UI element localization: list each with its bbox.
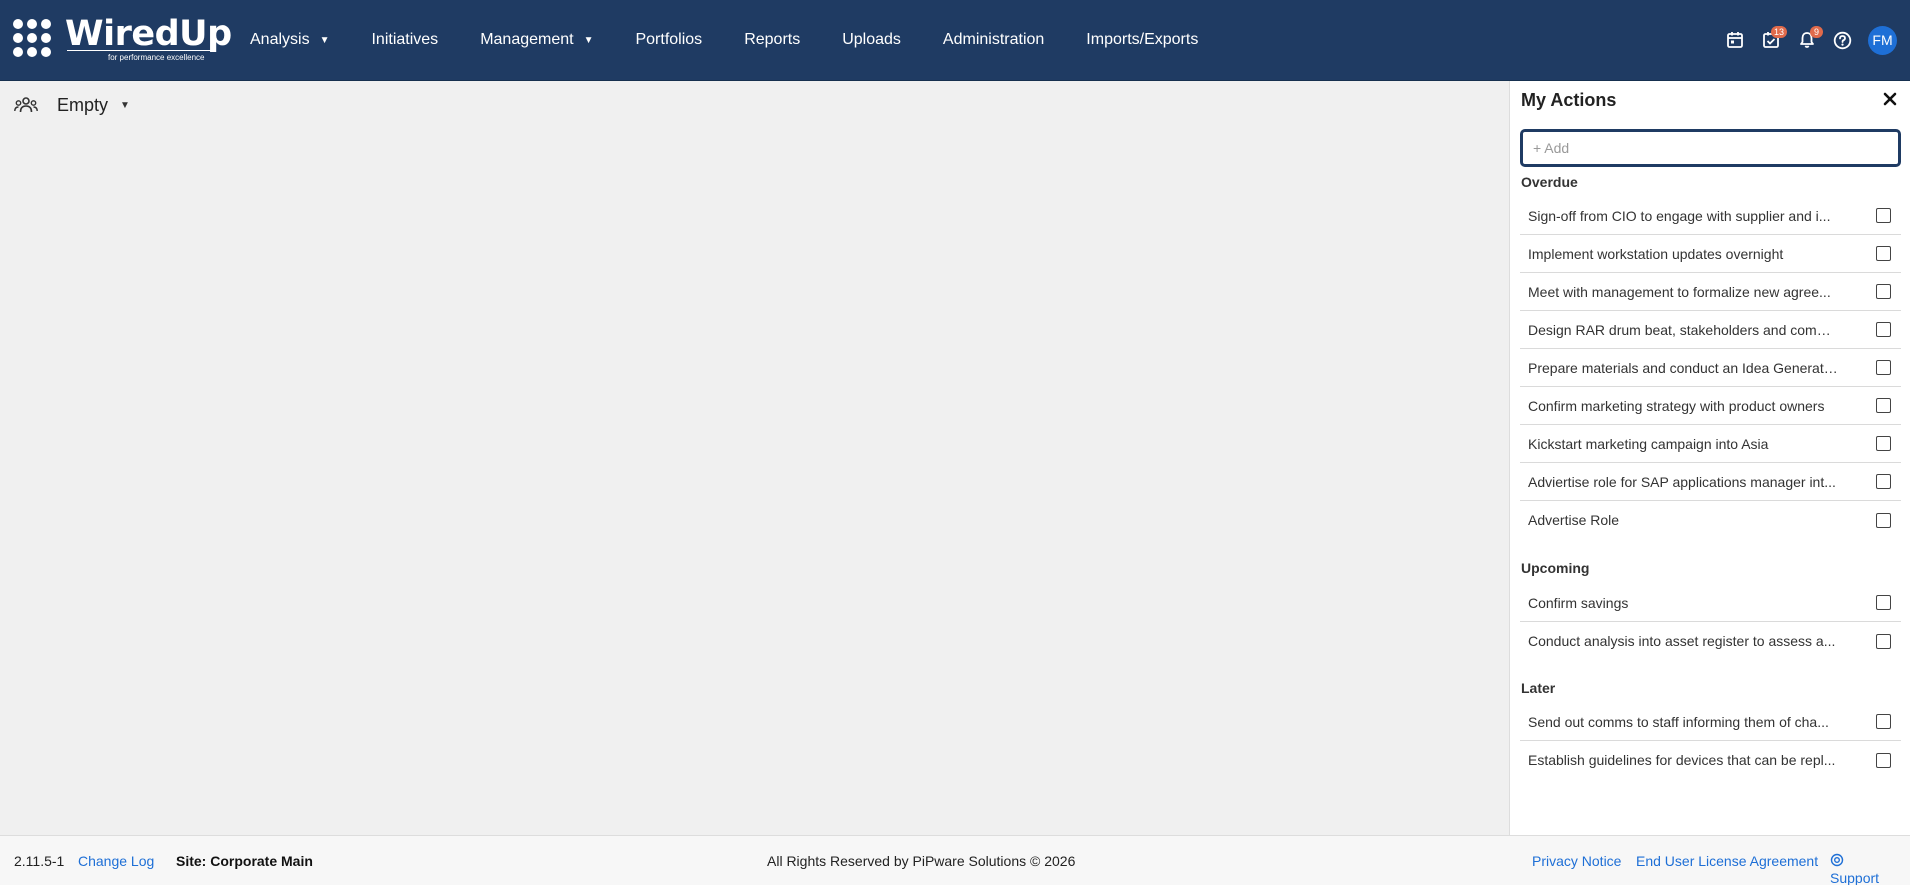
action-item[interactable]: Confirm savings [1520, 584, 1901, 622]
action-item[interactable]: Adviertise role for SAP applications man… [1520, 463, 1901, 501]
nav-initiatives-label: Initiatives [371, 31, 439, 48]
action-item[interactable]: Send out comms to staff informing them o… [1520, 703, 1901, 741]
action-item[interactable]: Prepare materials and conduct an Idea Ge… [1520, 349, 1901, 387]
copyright-text: All Rights Reserved by PiPware Solutions… [767, 853, 1076, 869]
overdue-list: Sign-off from CIO to engage with supplie… [1520, 197, 1901, 539]
action-item[interactable]: Establish guidelines for devices that ca… [1520, 741, 1901, 779]
panel-title: My Actions [1521, 90, 1617, 110]
nav-administration-label: Administration [942, 31, 1045, 48]
action-complete-checkbox[interactable] [1876, 246, 1891, 261]
action-item[interactable]: Confirm marketing strategy with product … [1520, 387, 1901, 425]
top-navbar: WiredUp for performance excellence Analy… [0, 0, 1910, 81]
caret-down-icon: ▼ [583, 34, 594, 46]
nav-analysis[interactable]: Analysis ▼ [250, 31, 329, 49]
action-item[interactable]: Conduct analysis into asset register to … [1520, 622, 1901, 660]
support-icon [1830, 853, 1844, 867]
action-item-text: Prepare materials and conduct an Idea Ge… [1528, 359, 1838, 376]
toolbar-icons: 13 9 FM [1717, 0, 1910, 80]
action-complete-checkbox[interactable] [1876, 512, 1891, 528]
action-item-text: Confirm marketing strategy with product … [1528, 397, 1825, 414]
nav-uploads-label: Uploads [842, 31, 901, 48]
user-avatar[interactable]: FM [1868, 25, 1897, 55]
calendar-icon [1726, 32, 1743, 48]
privacy-notice-link[interactable]: Privacy Notice [1532, 853, 1621, 869]
action-item-text: Establish guidelines for devices that ca… [1528, 752, 1836, 768]
action-complete-checkbox[interactable] [1876, 436, 1891, 451]
action-item[interactable]: Kickstart marketing campaign into Asia [1520, 425, 1901, 463]
app-version: 2.11.5-1 [14, 853, 65, 869]
logo-underline [67, 50, 213, 51]
site-label: Site: Corporate Main [176, 853, 313, 869]
action-item-text: Sign-off from CIO to engage with supplie… [1528, 207, 1831, 224]
action-complete-checkbox[interactable] [1876, 714, 1891, 729]
actions-badge: 13 [1770, 25, 1787, 38]
nav-portfolios[interactable]: Portfolios [635, 31, 702, 49]
action-item-text: Meet with management to formalize new ag… [1528, 283, 1831, 300]
support-label: Support [1830, 870, 1880, 885]
logo-tagline: for performance excellence [108, 53, 205, 62]
logo-dots-icon [13, 19, 57, 63]
action-complete-checkbox[interactable] [1876, 752, 1891, 768]
action-item-text: Confirm savings [1528, 594, 1629, 611]
action-complete-checkbox[interactable] [1876, 474, 1891, 489]
action-item-text: Kickstart marketing campaign into Asia [1528, 435, 1769, 452]
action-item-text: Adviertise role for SAP applications man… [1528, 473, 1836, 490]
later-list: Send out comms to staff informing them o… [1520, 703, 1901, 779]
action-complete-checkbox[interactable] [1876, 595, 1891, 610]
change-log-link[interactable]: Change Log [78, 853, 154, 869]
group-selector[interactable]: Empty ▼ [14, 94, 130, 116]
my-actions-button[interactable]: 13 [1753, 23, 1788, 58]
nav-imports-exports[interactable]: Imports/Exports [1086, 31, 1198, 49]
action-item[interactable]: Implement workstation updates overnight [1520, 235, 1901, 273]
nav-management-label: Management [480, 31, 574, 48]
nav-administration[interactable]: Administration [943, 31, 1044, 49]
nav-management[interactable]: Management ▼ [480, 31, 593, 49]
eula-link[interactable]: End User License Agreement [1636, 853, 1818, 869]
section-title-upcoming: Upcoming [1521, 560, 1590, 576]
action-complete-checkbox[interactable] [1876, 284, 1891, 299]
close-icon[interactable] [1880, 89, 1900, 109]
caret-down-icon: ▼ [120, 99, 130, 111]
action-item-text: Advertise Role [1528, 512, 1620, 528]
nav-imports-exports-label: Imports/Exports [1086, 31, 1199, 48]
logo-wordmark: WiredUp [65, 14, 232, 54]
help-icon [1833, 31, 1852, 49]
nav-portfolios-label: Portfolios [635, 31, 703, 48]
group-selector-label: Empty [57, 94, 109, 115]
calendar-button[interactable] [1717, 23, 1752, 58]
my-actions-panel: My Actions Overdue Sign-off from CIO to … [1509, 81, 1910, 835]
nav-initiatives[interactable]: Initiatives [371, 31, 438, 49]
action-complete-checkbox[interactable] [1876, 208, 1891, 223]
action-item[interactable]: Sign-off from CIO to engage with supplie… [1520, 197, 1901, 235]
main-nav: Analysis ▼ Initiatives Management ▼ Port… [250, 0, 1240, 80]
nav-analysis-label: Analysis [250, 31, 310, 48]
notifications-badge: 9 [1810, 25, 1823, 38]
upcoming-list: Confirm savings Conduct analysis into ass… [1520, 584, 1901, 660]
action-item-text: Send out comms to staff informing them o… [1528, 713, 1829, 730]
help-button[interactable] [1825, 23, 1860, 58]
nav-reports[interactable]: Reports [744, 31, 800, 49]
wiredup-logo[interactable]: WiredUp for performance excellence [13, 14, 232, 64]
action-item-text: Conduct analysis into asset register to … [1528, 633, 1836, 649]
add-action-input[interactable] [1520, 129, 1901, 167]
support-link[interactable]: Support [1830, 853, 1879, 885]
action-complete-checkbox[interactable] [1876, 398, 1891, 413]
footer: 2.11.5-1 Change Log Site: Corporate Main… [0, 835, 1910, 885]
nav-reports-label: Reports [744, 31, 801, 48]
section-title-later: Later [1521, 680, 1556, 696]
section-title-overdue: Overdue [1521, 174, 1578, 190]
notifications-button[interactable]: 9 [1789, 23, 1824, 58]
action-item[interactable]: Design RAR drum beat, stakeholders and c… [1520, 311, 1901, 349]
nav-uploads[interactable]: Uploads [842, 31, 901, 49]
action-item-text: Design RAR drum beat, stakeholders and c… [1528, 321, 1838, 338]
action-complete-checkbox[interactable] [1876, 360, 1891, 375]
action-item[interactable]: Advertise Role [1520, 501, 1901, 539]
action-complete-checkbox[interactable] [1876, 322, 1891, 337]
action-item[interactable]: Meet with management to formalize new ag… [1520, 273, 1901, 311]
action-complete-checkbox[interactable] [1876, 633, 1891, 649]
action-item-text: Implement workstation updates overnight [1528, 245, 1784, 262]
caret-down-icon: ▼ [319, 34, 330, 46]
group-icon [14, 97, 38, 113]
